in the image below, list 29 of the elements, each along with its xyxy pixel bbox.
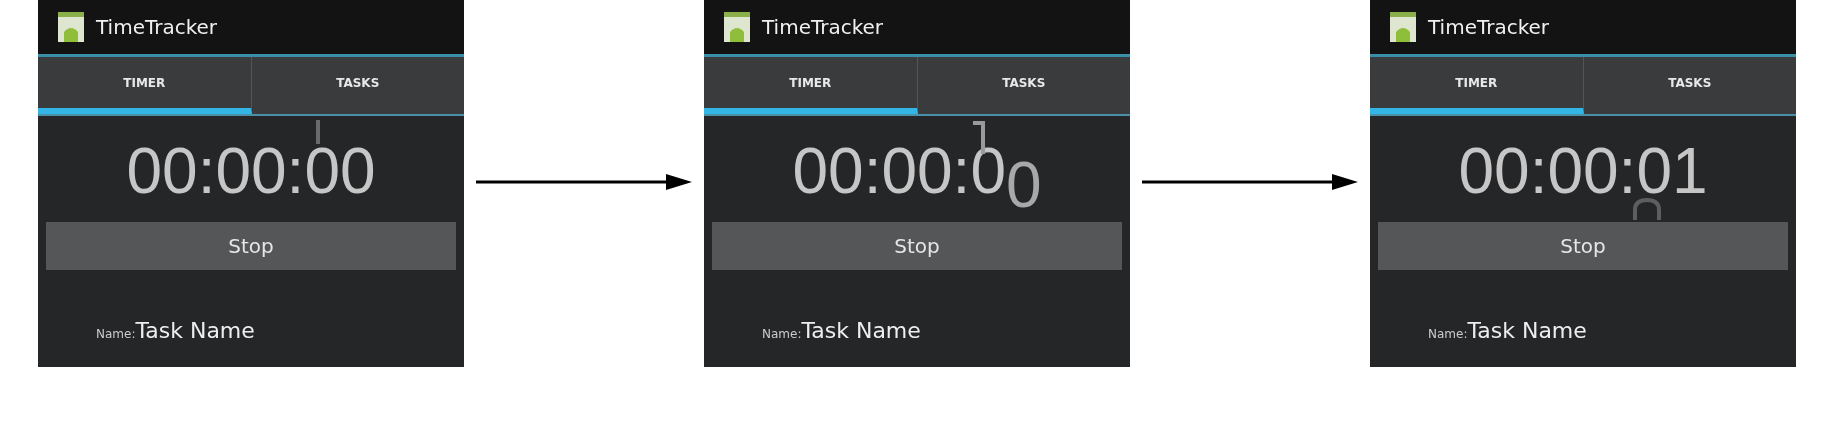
- app-title: TimeTracker: [96, 15, 218, 39]
- task-name: Task Name: [1467, 318, 1587, 343]
- app-title: TimeTracker: [1428, 15, 1550, 39]
- app-icon: [58, 12, 84, 42]
- app-icon: [724, 12, 750, 42]
- tab[interactable]: TASKS: [251, 57, 464, 114]
- task-name: Task Name: [801, 318, 921, 343]
- rolling-digit: 0: [1005, 148, 1042, 218]
- tab[interactable]: TIMER: [704, 57, 918, 114]
- stop-button[interactable]: Stop: [46, 222, 456, 270]
- digit-fragment-icon: [315, 120, 321, 144]
- name-label: Name:: [96, 327, 136, 341]
- timer-display: 00:00:0: [1458, 138, 1672, 204]
- app-icon: [1390, 12, 1416, 42]
- tab[interactable]: TIMER: [1370, 57, 1584, 114]
- rolling-digit: 1: [1671, 138, 1708, 204]
- timer-display: 00:00:0: [126, 138, 340, 204]
- name-label: Name:: [1428, 327, 1468, 341]
- name-label: Name:: [762, 327, 802, 341]
- timer-display: 00:00:0: [792, 138, 1006, 204]
- stop-button[interactable]: Stop: [1378, 222, 1788, 270]
- rolling-digit: 0: [339, 138, 376, 204]
- digit-fragment-icon: [1632, 198, 1662, 220]
- app-title: TimeTracker: [762, 15, 884, 39]
- tab[interactable]: TASKS: [917, 57, 1130, 114]
- tab[interactable]: TASKS: [1583, 57, 1796, 114]
- task-name: Task Name: [135, 318, 255, 343]
- stop-button[interactable]: Stop: [712, 222, 1122, 270]
- tab[interactable]: TIMER: [38, 57, 252, 114]
